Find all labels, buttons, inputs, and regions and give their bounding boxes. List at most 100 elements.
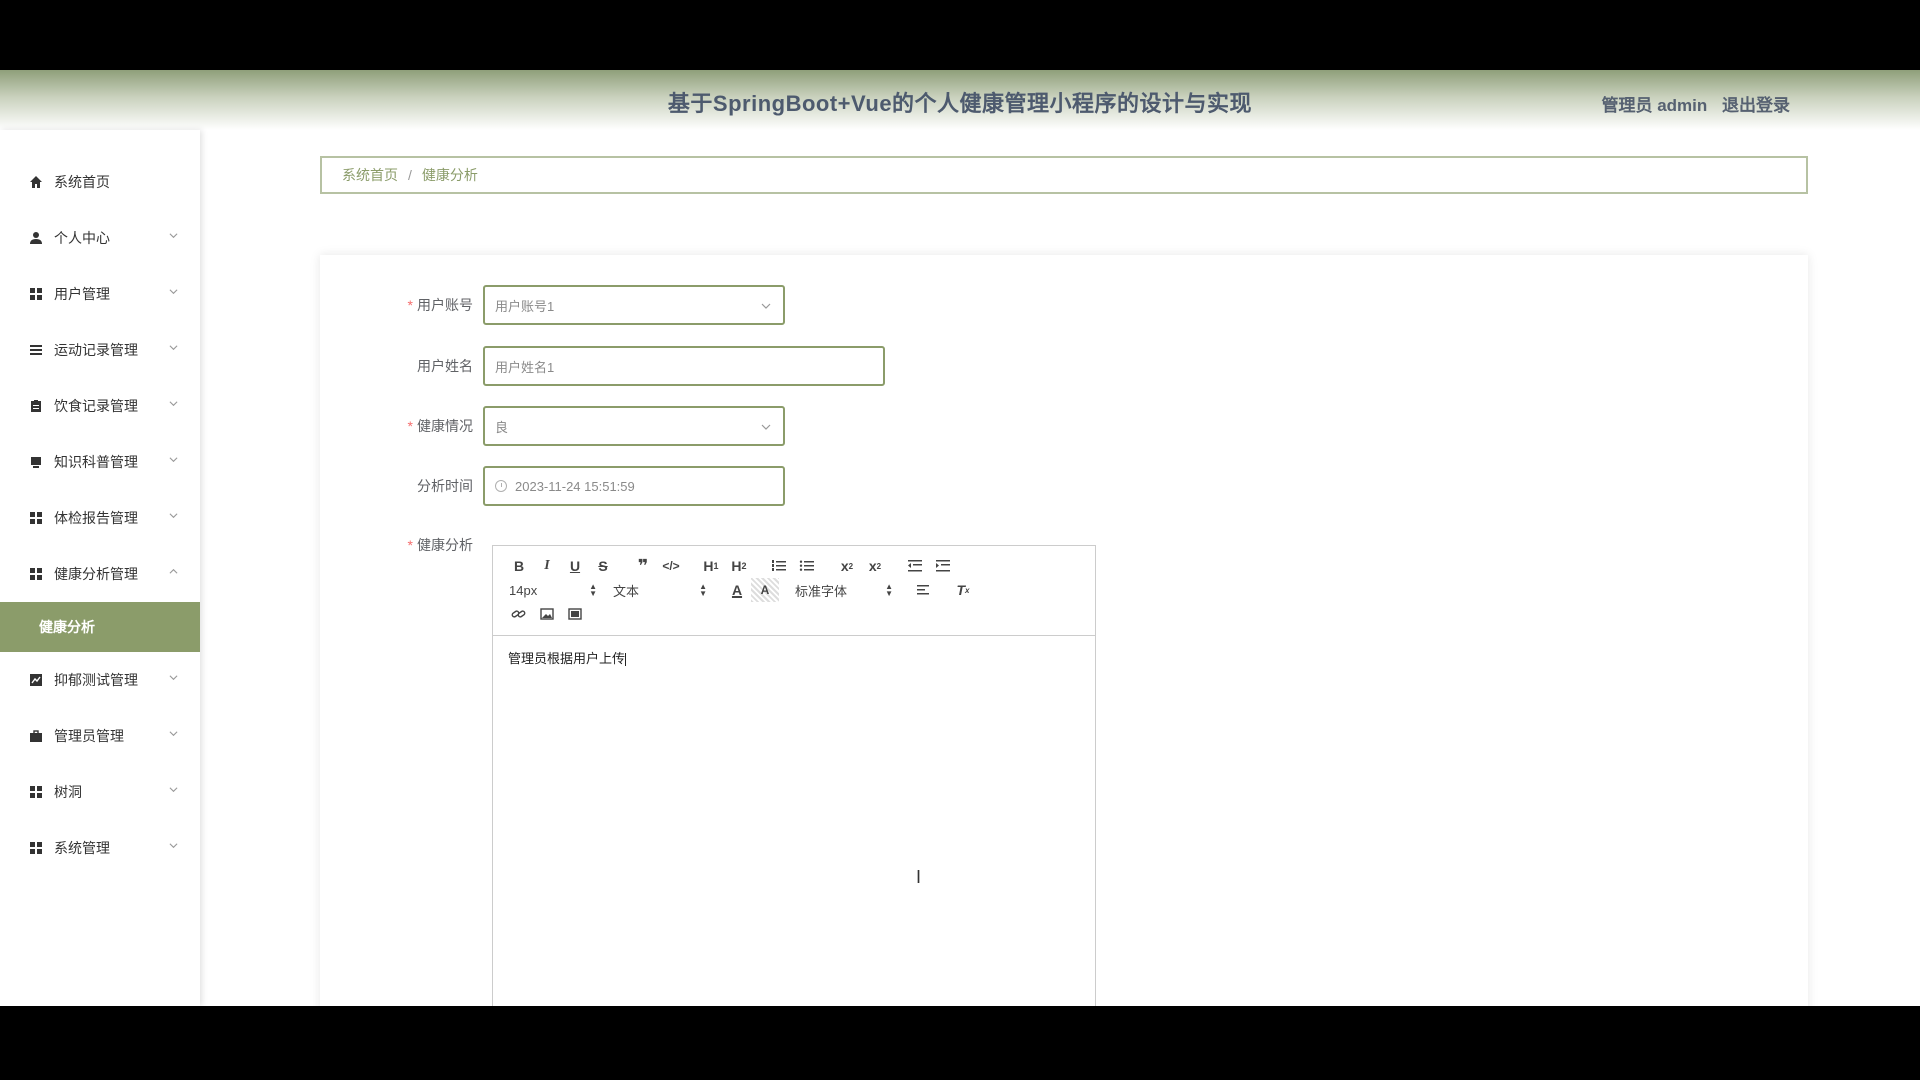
clear-format-icon[interactable]: Tx <box>949 578 977 602</box>
outdent-icon[interactable] <box>901 554 929 578</box>
sidebar-item-label: 体检报告管理 <box>54 510 138 526</box>
account-label: * 用户账号 <box>407 297 473 313</box>
editor-text: 管理员根据用户上传 <box>508 651 626 666</box>
chevron-down-icon <box>761 303 771 309</box>
breadcrumb-separator: / <box>408 167 412 183</box>
monitor-icon <box>28 454 44 470</box>
clock-icon <box>495 480 507 492</box>
blockquote-icon[interactable]: ❞ <box>629 554 657 578</box>
form-row-account: * 用户账号 用户账号1 <box>320 285 785 325</box>
sidebar-item-tree-hole[interactable]: 树洞 <box>0 764 200 820</box>
logout-link[interactable]: 退出登录 <box>1722 96 1790 115</box>
rich-text-editor: B I U S ❞ </> H1 H2 x 2 x 2 14px ▲ ▼ 文本 … <box>492 545 1096 1006</box>
time-label: 分析时间 <box>417 478 473 494</box>
underline-icon[interactable]: U <box>561 554 589 578</box>
form-row-name: 用户姓名 用户姓名1 <box>320 346 885 386</box>
sidebar-item-label: 用户管理 <box>54 286 110 302</box>
strike-icon[interactable]: S <box>589 554 617 578</box>
sidebar-item-label: 系统管理 <box>54 840 110 856</box>
code-icon[interactable]: </> <box>657 554 685 578</box>
sidebar-item-label: 饮食记录管理 <box>54 398 138 414</box>
background-color-icon[interactable]: A <box>751 578 779 602</box>
form-row-time: 分析时间 2023-11-24 15:51:59 <box>320 466 785 506</box>
breadcrumb-current: 健康分析 <box>421 167 478 183</box>
chevron-down-icon <box>169 731 178 737</box>
editor-content[interactable]: 管理员根据用户上传 <box>493 636 1095 679</box>
italic-icon[interactable]: I <box>533 554 561 578</box>
sidebar: 系统首页 个人中心 用户管理 运动记录管理 饮食记录管理 知识科普管理 体检报告… <box>0 130 200 1006</box>
grid-icon <box>28 286 44 302</box>
sidebar-item-label: 知识科普管理 <box>54 454 138 470</box>
sidebar-item-label: 系统首页 <box>54 174 110 190</box>
sidebar-item-diet[interactable]: 饮食记录管理 <box>0 378 200 434</box>
app-screen: 基于SpringBoot+Vue的个人健康管理小程序的设计与实现 管理员 adm… <box>0 70 1920 1006</box>
clipboard-icon <box>28 398 44 414</box>
breadcrumb: 系统首页 / 健康分析 <box>320 156 1808 194</box>
sidebar-item-health-analysis[interactable]: 健康分析管理 <box>0 546 200 602</box>
sidebar-item-users[interactable]: 用户管理 <box>0 266 200 322</box>
name-input[interactable]: 用户姓名1 <box>483 346 885 386</box>
sidebar-item-depression-test[interactable]: 抑郁测试管理 <box>0 652 200 708</box>
sidebar-item-system[interactable]: 系统管理 <box>0 820 200 876</box>
grid-icon <box>28 510 44 526</box>
heading2-icon[interactable]: H2 <box>725 554 753 578</box>
sidebar-item-profile[interactable]: 个人中心 <box>0 210 200 266</box>
account-value: 用户账号1 <box>495 298 555 314</box>
indent-icon[interactable] <box>929 554 957 578</box>
top-header: 基于SpringBoot+Vue的个人健康管理小程序的设计与实现 管理员 adm… <box>0 70 1920 130</box>
font-size-select[interactable]: 14px ▲ ▼ <box>505 578 601 602</box>
chevron-down-icon <box>169 401 178 407</box>
chevron-down-icon <box>169 345 178 351</box>
sidebar-item-checkup[interactable]: 体检报告管理 <box>0 490 200 546</box>
bold-icon[interactable]: B <box>505 554 533 578</box>
chart-icon <box>28 672 44 688</box>
subscript-icon[interactable]: x2 <box>833 554 861 578</box>
admin-label: 管理员 admin <box>1601 96 1708 115</box>
briefcase-icon <box>28 728 44 744</box>
align-left-icon[interactable] <box>909 578 937 602</box>
sidebar-item-home[interactable]: 系统首页 <box>0 154 200 210</box>
font-family-select[interactable]: 标准字体 ▲ ▼ <box>791 578 897 602</box>
name-value: 用户姓名1 <box>495 359 555 375</box>
sidebar-item-exercise[interactable]: 运动记录管理 <box>0 322 200 378</box>
sidebar-item-label: 运动记录管理 <box>54 342 138 358</box>
font-color-icon[interactable]: A <box>723 578 751 602</box>
chevron-down-icon <box>169 843 178 849</box>
bullet-list-icon[interactable] <box>793 554 821 578</box>
text-cursor-icon: I <box>916 867 922 887</box>
chevron-down-icon <box>169 675 178 681</box>
editor-toolbar: B I U S ❞ </> H1 H2 x 2 x 2 14px ▲ ▼ 文本 … <box>493 546 1095 636</box>
sidebar-subitem-health-analysis[interactable]: 健康分析 <box>0 602 200 652</box>
sidebar-item-label: 管理员管理 <box>54 728 124 744</box>
form-row-health: * 健康情况 良 <box>320 406 785 446</box>
ordered-list-icon[interactable] <box>765 554 793 578</box>
heading1-icon[interactable]: H1 <box>697 554 725 578</box>
grid-icon <box>28 840 44 856</box>
sidebar-item-label: 抑郁测试管理 <box>54 672 138 688</box>
chevron-up-icon <box>169 568 178 574</box>
chevron-down-icon <box>761 424 771 430</box>
chevron-down-icon <box>169 787 178 793</box>
time-picker[interactable]: 2023-11-24 15:51:59 <box>483 466 785 506</box>
sidebar-item-knowledge[interactable]: 知识科普管理 <box>0 434 200 490</box>
chevron-down-icon <box>169 289 178 295</box>
link-icon[interactable] <box>505 602 533 626</box>
form-card: * 用户账号 用户账号1 用户姓名 用户姓名1 * 健康情况 良 分析时间 2023… <box>320 255 1808 1006</box>
header-select[interactable]: 文本 ▲ ▼ <box>601 578 711 602</box>
superscript-icon[interactable]: x2 <box>861 554 889 578</box>
breadcrumb-home[interactable]: 系统首页 <box>342 165 398 185</box>
name-label: 用户姓名 <box>417 358 473 374</box>
video-icon[interactable] <box>561 602 589 626</box>
account-select[interactable]: 用户账号1 <box>483 285 785 325</box>
health-value: 良 <box>495 419 509 435</box>
grid-icon <box>28 784 44 800</box>
health-select[interactable]: 良 <box>483 406 785 446</box>
chevron-down-icon <box>169 233 178 239</box>
chevron-down-icon <box>169 513 178 519</box>
image-icon[interactable] <box>533 602 561 626</box>
sidebar-item-label: 树洞 <box>54 784 82 800</box>
sidebar-item-admins[interactable]: 管理员管理 <box>0 708 200 764</box>
list-icon <box>28 342 44 358</box>
sidebar-item-label: 个人中心 <box>54 230 110 246</box>
health-label: * 健康情况 <box>407 418 473 434</box>
